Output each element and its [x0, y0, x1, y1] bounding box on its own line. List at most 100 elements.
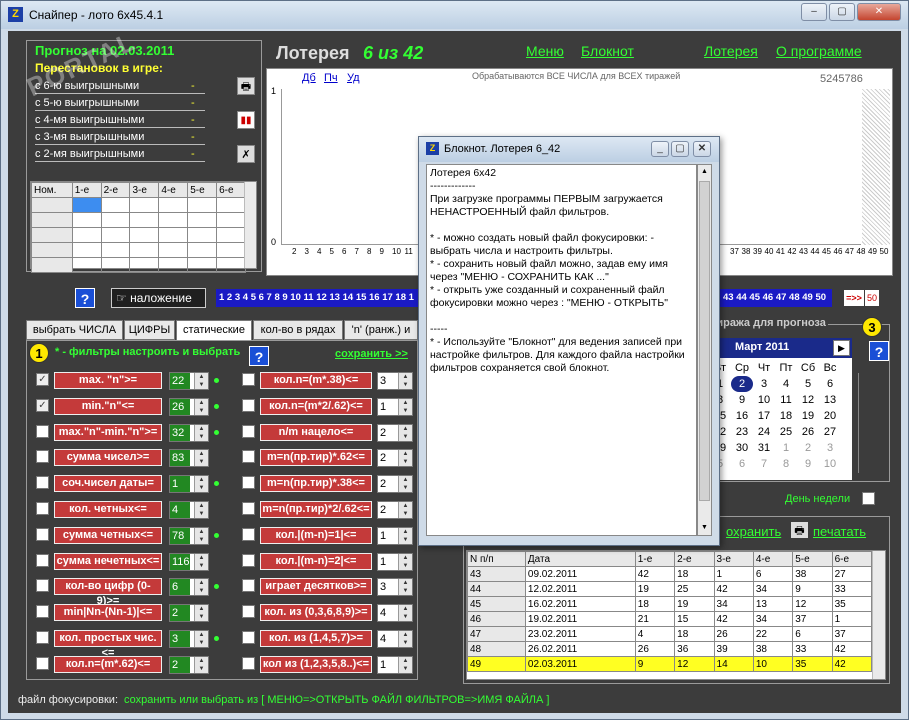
grid-cell[interactable] — [31, 227, 73, 243]
calendar-day[interactable]: 2 — [731, 376, 753, 392]
filter-spinner[interactable]: 2 ▲ ▼ — [377, 501, 413, 519]
calendar-day[interactable]: 8 — [775, 456, 797, 472]
spinner-value[interactable]: 1 — [378, 527, 398, 544]
calendar-day[interactable]: 17 — [753, 408, 775, 424]
results-cell[interactable]: 6 — [752, 566, 794, 582]
spinner-value[interactable]: 3 — [378, 373, 398, 389]
results-cell[interactable]: 47 — [467, 626, 526, 642]
spinner-value[interactable]: 4 — [378, 605, 398, 622]
results-cell[interactable]: 39 — [713, 641, 754, 657]
grid-cell[interactable] — [187, 197, 218, 213]
results-cell[interactable]: 49 — [467, 656, 526, 672]
grid-cell[interactable] — [129, 242, 160, 258]
calendar-day[interactable]: 18 — [775, 408, 797, 424]
results-cell[interactable]: 10 — [752, 656, 794, 672]
maximize-button[interactable]: ▢ — [829, 3, 855, 21]
results-cell[interactable]: 27 — [831, 566, 873, 582]
spinner-arrows-icon[interactable]: ▲ ▼ — [398, 631, 412, 647]
grid-cell[interactable] — [71, 257, 102, 273]
tab-3[interactable]: статические — [176, 320, 252, 340]
calendar-day[interactable]: 26 — [797, 424, 819, 440]
results-cell[interactable]: 38 — [752, 641, 794, 657]
spinner-arrows-icon[interactable]: ▲ ▼ — [398, 553, 412, 570]
filter-checkbox[interactable] — [242, 656, 255, 670]
calendar-day[interactable]: 10 — [753, 392, 775, 408]
number-strip-right[interactable]: 43 44 45 46 47 48 49 50 — [720, 289, 832, 307]
calendar-day[interactable]: 10 — [819, 456, 841, 472]
ud-button[interactable]: Уд — [347, 72, 360, 84]
results-cell[interactable]: 42 — [831, 641, 873, 657]
filter-checkbox[interactable] — [242, 398, 255, 412]
calendar-day[interactable]: 3 — [753, 376, 775, 392]
spinner-value[interactable]: 2 — [378, 502, 398, 518]
scroll-down-icon[interactable]: ▼ — [698, 521, 711, 535]
calendar-day[interactable]: 19 — [797, 408, 819, 424]
filter-button[interactable]: m=n(пр.тир)*.62<= — [260, 449, 372, 467]
forecast-scrollbar[interactable] — [244, 182, 256, 268]
help-icon[interactable]: ? — [75, 288, 95, 308]
spinner-value[interactable]: 1 — [378, 398, 398, 415]
spinner-value[interactable]: 1 — [378, 553, 398, 570]
calendar-day[interactable]: 7 — [753, 456, 775, 472]
results-cell[interactable]: 37 — [792, 611, 833, 627]
spinner-arrows-icon[interactable]: ▲ ▼ — [398, 579, 412, 596]
grid-cell[interactable] — [129, 197, 160, 213]
results-cell[interactable]: 4 — [634, 626, 676, 642]
weekday-checkbox[interactable] — [862, 492, 875, 505]
print-link[interactable]: печатать — [813, 524, 866, 539]
spinner-arrows-icon[interactable]: ▲ ▼ — [398, 373, 412, 389]
results-cell[interactable]: 14 — [713, 656, 754, 672]
about-link[interactable]: О программе — [776, 43, 862, 59]
grid-cell[interactable] — [216, 242, 246, 258]
results-cell[interactable]: 18 — [674, 626, 715, 642]
db-button[interactable]: Дб — [302, 72, 316, 84]
results-cell[interactable]: 18 — [634, 596, 676, 612]
grid-cell[interactable] — [216, 197, 246, 213]
notepad-maximize-button[interactable]: ▢ — [671, 141, 689, 157]
grid-cell[interactable] — [100, 257, 131, 273]
grid-cell[interactable] — [31, 212, 73, 228]
scroll-up-icon[interactable]: ▲ — [698, 165, 711, 179]
spinner-arrows-icon[interactable]: ▲ ▼ — [398, 656, 412, 673]
grid-cell[interactable] — [187, 212, 218, 228]
calendar-day[interactable]: 5 — [797, 376, 819, 392]
table-row[interactable]: 46 19.02.2011 21 15 42 34 37 1 — [467, 611, 873, 627]
grid-cell[interactable] — [100, 197, 131, 213]
grid-cell[interactable] — [100, 227, 131, 243]
overlay-button[interactable]: ☞ наложение — [111, 288, 206, 308]
calendar-day[interactable]: 30 — [731, 440, 753, 456]
filter-button[interactable]: кол из (1,2,3,5,8..)<= — [260, 655, 372, 673]
table-row[interactable]: 49 02.03.2011 9 12 14 10 35 42 — [467, 656, 873, 672]
notepad-scrollbar[interactable]: ▲ ▼ — [697, 164, 712, 536]
notepad-text[interactable]: Лотерея 6x42 ------------- При загрузке … — [426, 164, 697, 536]
calendar-day[interactable]: 9 — [731, 392, 753, 408]
filter-button[interactable]: m=n(пр.тир)*2/.62<= — [260, 501, 372, 518]
grid-cell[interactable] — [71, 227, 102, 243]
filter-spinner[interactable]: 1 ▲ ▼ — [377, 552, 413, 571]
spinner-value[interactable]: 2 — [378, 450, 398, 467]
grid-cell[interactable] — [71, 212, 102, 228]
calendar-day[interactable]: 9 — [797, 456, 819, 472]
filter-spinner[interactable]: 1 ▲ ▼ — [377, 397, 413, 416]
grid-cell[interactable] — [216, 227, 246, 243]
filter-checkbox[interactable] — [242, 527, 255, 541]
filter-checkbox[interactable] — [242, 631, 255, 644]
grid-cell[interactable] — [158, 227, 189, 243]
calendar-day[interactable]: 6 — [819, 376, 841, 392]
wand-icon[interactable]: ✗ — [237, 145, 255, 163]
grid-cell[interactable] — [216, 212, 246, 228]
filter-checkbox[interactable] — [242, 579, 255, 593]
grid-cell[interactable] — [100, 212, 131, 228]
results-cell[interactable]: 1 — [831, 611, 873, 627]
spinner-arrows-icon[interactable]: ▲ ▼ — [398, 527, 412, 544]
results-cell[interactable]: 02.03.2011 — [524, 656, 636, 672]
filter-spinner[interactable]: 2 ▲ ▼ — [377, 449, 413, 468]
calendar-day[interactable]: 6 — [731, 456, 753, 472]
spinner-value[interactable]: 1 — [378, 656, 398, 673]
results-cell[interactable]: 26 — [713, 626, 754, 642]
results-cell[interactable]: 35 — [831, 596, 873, 612]
results-cell[interactable]: 42 — [713, 611, 754, 627]
filter-checkbox[interactable] — [242, 476, 255, 490]
filter-spinner[interactable]: 3 ▲ ▼ — [377, 578, 413, 597]
calendar-day[interactable]: 3 — [819, 440, 841, 456]
